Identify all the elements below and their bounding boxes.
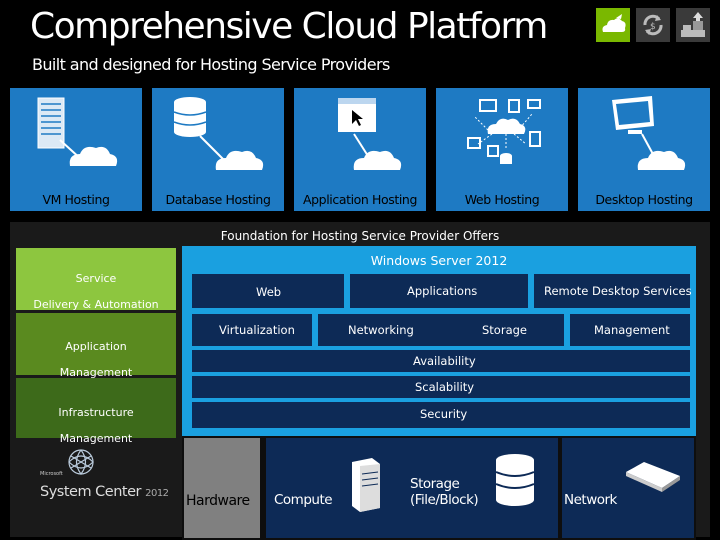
ws-scalability[interactable]: Scalability (192, 376, 690, 398)
ws-security[interactable]: Security (192, 402, 690, 428)
tile-database-hosting[interactable]: Database Hosting (152, 88, 284, 211)
system-center-logo: System Center 2012 (40, 484, 169, 500)
sync-icon: $ (636, 8, 670, 42)
tile-label: VM Hosting (42, 192, 110, 207)
ws-management-label: Management (594, 323, 670, 337)
upload-chart-icon (676, 8, 710, 42)
tile-label: Web Hosting (464, 192, 540, 207)
hw-network-label: Network (564, 492, 617, 508)
page-subtitle: Built and designed for Hosting Service P… (32, 55, 390, 74)
page-title: Comprehensive Cloud Platform (30, 6, 548, 47)
tile-web-hosting[interactable]: Web Hosting (436, 88, 568, 211)
cloud-icon (596, 8, 630, 42)
database-cloud-icon (173, 97, 264, 170)
web-network-icon (467, 99, 541, 164)
sc-infrastructure-management[interactable]: Infrastructure Management (16, 378, 176, 445)
system-center-logo-text: System Center (40, 484, 141, 500)
system-center-logo-icon (64, 446, 98, 486)
windows-server-title: Windows Server 2012 (370, 253, 508, 268)
hw-compute[interactable]: Compute (266, 438, 406, 538)
sc-label-line2: Management (59, 432, 133, 445)
server-icon (352, 458, 380, 512)
hardware-box (184, 438, 260, 538)
sc-label-line1: Application (65, 340, 127, 353)
svg-text:$: $ (650, 22, 656, 32)
system-center-logo-year: 2012 (145, 488, 169, 499)
ws-rds-label: Remote Desktop Services (544, 284, 692, 298)
ws-security-label: Security (420, 407, 468, 421)
ws-availability[interactable]: Availability (192, 350, 690, 372)
tile-label: Database Hosting (165, 192, 271, 207)
hw-compute-label: Compute (274, 492, 333, 508)
foundation-label: Foundation for Hosting Service Provider … (220, 229, 500, 243)
ws-scalability-label: Scalability (415, 380, 475, 394)
hw-storage-label-line1: Storage (410, 476, 460, 492)
hw-storage[interactable]: Storage (File/Block) (400, 438, 558, 538)
sc-label-line2: Management (59, 366, 133, 379)
ws-management[interactable]: Management (570, 314, 690, 346)
tile-vm-hosting[interactable]: VM Hosting (10, 88, 142, 211)
ws-applications[interactable]: Applications (350, 274, 528, 308)
hw-network[interactable]: Network (562, 438, 694, 538)
sc-label-line1: Service (75, 272, 117, 285)
ws-virtualization[interactable]: Virtualization (192, 314, 312, 346)
ws-remote-desktop-services[interactable]: Remote Desktop Services (534, 274, 692, 308)
ws-networking-label: Networking (348, 323, 414, 337)
ws-storage-label: Storage (482, 323, 527, 337)
ws-networking-storage[interactable]: Networking Storage (318, 314, 564, 346)
desktop-cloud-icon (612, 96, 686, 170)
hw-storage-label-line2: (File/Block) (410, 492, 479, 508)
system-center-logo-small: Microsoft (40, 471, 63, 477)
window-cloud-icon (338, 98, 402, 170)
storage-disk-icon (495, 454, 535, 506)
tile-application-hosting[interactable]: Application Hosting (294, 88, 426, 211)
server-cloud-icon (37, 97, 118, 166)
sc-service-delivery[interactable]: Service Delivery & Automation (16, 248, 176, 311)
tile-label: Application Hosting (302, 192, 417, 207)
tile-label: Desktop Hosting (595, 192, 693, 207)
tile-desktop-hosting[interactable]: Desktop Hosting (578, 88, 710, 211)
ws-applications-label: Applications (407, 284, 478, 298)
sc-label-line2: Delivery & Automation (33, 298, 159, 311)
ws-web[interactable]: Web (192, 274, 344, 308)
sc-label-line1: Infrastructure (58, 406, 134, 419)
hardware-label: Hardware (186, 493, 250, 509)
ws-web-label: Web (256, 285, 282, 299)
network-switch-icon (626, 462, 680, 492)
sc-application-management[interactable]: Application Management (16, 313, 176, 379)
ws-availability-label: Availability (413, 354, 476, 368)
ws-virtualization-label: Virtualization (219, 323, 295, 337)
